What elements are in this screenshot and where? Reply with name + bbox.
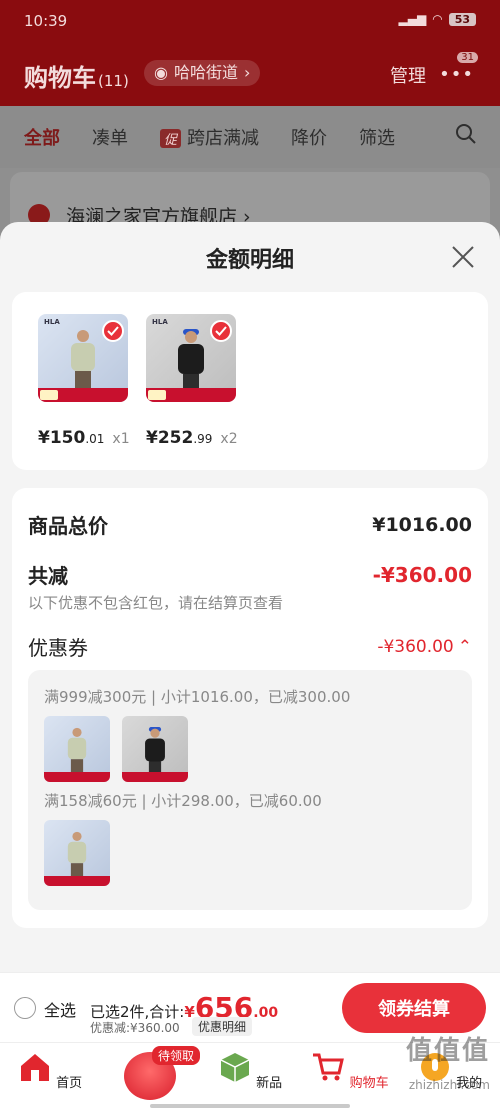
filter-tabs: 全部 凑单 促跨店满减 降价 筛选: [0, 106, 500, 168]
brand-logo-icon: HLA: [44, 318, 60, 326]
cube-icon: [220, 1053, 250, 1082]
goods-total-value: ¥1016.00: [372, 513, 472, 536]
location-pill[interactable]: ◉ 哈哈街道 ›: [144, 60, 261, 86]
page-title-text: 购物车: [24, 64, 96, 92]
coupon-value: -¥360.00 ⌃: [377, 636, 472, 657]
status-time: 10:39: [24, 12, 68, 30]
message-badge: 31: [457, 52, 478, 63]
product-quantity: x1: [112, 431, 130, 447]
coupon-breakdown: 满999减300元 | 小计1016.00，已减300.00 满158减60元 …: [28, 670, 472, 910]
product-item[interactable]: HLA ¥252.99 x2: [146, 314, 238, 448]
status-icons: ▂▄▆ ◠ 53: [399, 12, 476, 26]
status-bar: 10:39: [24, 12, 67, 30]
coupon-product-thumbnail: [122, 716, 188, 782]
cart-count: (11): [98, 72, 129, 90]
tab-cross-store-label: 跨店满减: [187, 128, 260, 149]
coupon-rule: 满999减300元 | 小计1016.00，已减300.00: [44, 688, 351, 706]
select-all-label[interactable]: 全选: [44, 997, 76, 1021]
location-label: 哈哈街道: [173, 63, 238, 82]
jacket-model-icon: [178, 329, 204, 390]
promo-strip: [122, 772, 188, 782]
product-price: ¥150.01: [38, 428, 105, 448]
goods-total-label: 商品总价: [28, 514, 108, 538]
discount-label: 共减: [28, 564, 68, 588]
eye-icon: ◉: [154, 63, 168, 82]
close-icon[interactable]: [450, 244, 476, 270]
discount-detail-button[interactable]: 优惠明细: [192, 1017, 253, 1036]
cart-icon: [313, 1053, 345, 1081]
chevron-right-icon: ›: [243, 63, 251, 82]
nav-home-label: 首页: [56, 1076, 83, 1091]
product-quantity: x2: [220, 431, 238, 447]
page-title: 购物车 (11): [24, 58, 129, 93]
product-thumbnail: HLA: [38, 314, 128, 402]
jacket-model-icon: [71, 330, 95, 390]
coupon-rule: 满158减60元 | 小计298.00，已减60.00: [44, 792, 322, 810]
watermark-url: zhizhizhi.com: [408, 1078, 490, 1092]
nav-cart-label: 购物车: [349, 1076, 389, 1091]
jacket-model-icon: [145, 727, 165, 774]
tab-cross-store[interactable]: 促跨店满减: [160, 124, 259, 150]
brand-logo-icon: HLA: [152, 318, 168, 326]
tab-bundle[interactable]: 凑单: [92, 124, 128, 150]
checkmark-icon: [210, 320, 232, 342]
product-item[interactable]: HLA ¥150.01 x1: [38, 314, 130, 448]
sheet-title: 金额明细: [205, 248, 294, 273]
battery-icon: 53: [448, 12, 476, 26]
discount-value: -¥360.00: [372, 562, 472, 587]
coupon-row[interactable]: 优惠券 -¥360.00 ⌃: [28, 632, 472, 661]
discount-summary: 优惠减:¥360.00: [90, 1021, 180, 1035]
pending-badge: 待领取: [152, 1046, 201, 1065]
wifi-icon: ◠: [432, 12, 443, 26]
chevron-up-icon: ⌃: [457, 636, 472, 657]
search-icon[interactable]: [454, 122, 478, 146]
jacket-model-icon: [67, 727, 87, 774]
select-all-radio[interactable]: [14, 997, 36, 1019]
checkmark-icon: [102, 320, 124, 342]
tab-price-drop[interactable]: 降价: [291, 124, 327, 150]
home-icon: [20, 1054, 49, 1081]
home-indicator: [150, 1104, 350, 1108]
discount-row: 共减 -¥360.00: [28, 560, 472, 589]
cart-header: 10:39 ▂▄▆ ◠ 53 购物车 (11) ◉ 哈哈街道 › 管理 ••• 3…: [0, 0, 500, 106]
promo-strip: [146, 388, 236, 402]
price-detail-card: 商品总价 ¥1016.00 共减 -¥360.00 以下优惠不包含红包，请在结算…: [12, 488, 488, 928]
promo-tag: 促: [160, 129, 182, 148]
nav-home[interactable]: 首页: [10, 1051, 90, 1091]
promo-strip: [44, 876, 110, 886]
tab-all[interactable]: 全部: [24, 124, 60, 150]
checkout-button[interactable]: 领券结算: [342, 983, 486, 1033]
coupon-product-thumbnail: [44, 716, 110, 782]
goods-total-row: 商品总价 ¥1016.00: [28, 510, 472, 539]
products-card: HLA ¥150.01 x1 HLA ¥252.99 x2: [12, 292, 488, 470]
jacket-model-icon: [67, 831, 87, 878]
nav-cart[interactable]: 购物车: [310, 1051, 390, 1091]
promo-strip: [38, 388, 128, 402]
signal-icon: ▂▄▆: [398, 12, 427, 26]
promo-strip: [44, 772, 110, 782]
nav-new[interactable]: 新品: [210, 1051, 290, 1091]
tab-filter[interactable]: 筛选: [359, 124, 395, 150]
nav-new-label: 新品: [256, 1076, 283, 1091]
coupon-product-thumbnail: [44, 820, 110, 886]
watermark-logo: 值值值: [405, 1036, 490, 1066]
more-icon[interactable]: •••: [439, 64, 474, 85]
manage-button[interactable]: 管理: [390, 62, 426, 88]
product-price: ¥252.99: [146, 428, 213, 448]
product-thumbnail: HLA: [146, 314, 236, 402]
discount-note: 以下优惠不包含红包，请在结算页查看: [28, 594, 284, 612]
coupon-label: 优惠券: [28, 636, 88, 660]
